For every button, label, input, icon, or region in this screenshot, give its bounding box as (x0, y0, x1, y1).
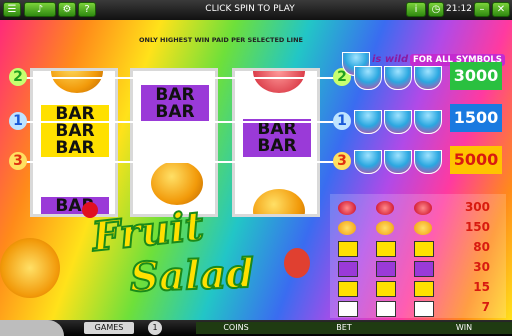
reel-1: BAR BAR BAR BAR (30, 68, 118, 217)
wild-text: is wild (372, 54, 409, 65)
game-logo: Fruit Salad (0, 201, 312, 308)
payline-1 (20, 121, 340, 123)
minimize-button[interactable]: – (474, 2, 490, 17)
paytable-value: 7 (481, 300, 490, 314)
top-bar: ☰ ♪ ⚙ ? CLICK SPIN TO PLAY i ◷ 21:12 – ✕ (0, 0, 512, 21)
games-button[interactable]: GAMES (84, 322, 134, 334)
cherry-icon (338, 201, 356, 215)
cherry-symbol (253, 71, 305, 93)
paytable-row: 15 (330, 278, 506, 298)
triple-bar-icon (338, 241, 358, 257)
single-bar-icon (338, 281, 358, 297)
any-bar-icon (338, 301, 358, 317)
double-bar-symbol: BAR BAR (141, 85, 209, 123)
payline-2 (20, 77, 340, 79)
double-bar-symbol: BAR BAR (243, 119, 311, 157)
double-bar-icon (414, 261, 434, 277)
win-value-line-1: 1500 (450, 104, 502, 132)
line-number-right-3[interactable]: 3 (333, 152, 351, 170)
fruit-bowl-icon (414, 110, 442, 134)
paytable: 300 150 80 30 15 7 (330, 194, 506, 318)
rules-icon[interactable]: i (406, 2, 426, 17)
triple-bar-icon (414, 241, 434, 257)
coin-selector-icon[interactable]: 1 (148, 321, 162, 335)
fruit-bowl-icon (384, 110, 412, 134)
paytable-row: 80 (330, 238, 506, 258)
orange-icon (414, 221, 432, 235)
fruit-bowl-icon (384, 66, 412, 90)
fruit-bowl-icon (384, 150, 412, 174)
reel-3: BAR BAR (232, 68, 320, 217)
clock-time: 21:12 (446, 4, 472, 14)
play-area: ONLY HIGHEST WIN PAID PER SELECTED LINE … (0, 20, 512, 320)
line-number-left-1[interactable]: 1 (9, 112, 27, 130)
fruit-bowl-icon (414, 150, 442, 174)
help-icon[interactable]: ? (78, 2, 96, 17)
double-bar-icon (376, 261, 396, 277)
cherry-icon (376, 201, 394, 215)
triple-bar-symbol: BAR BAR BAR (41, 105, 109, 157)
any-bar-icon (376, 301, 396, 317)
fruit-bowl-icon (354, 110, 382, 134)
paytable-row: 150 (330, 218, 506, 238)
line-number-right-1[interactable]: 1 (333, 112, 351, 130)
logo-word-salad: Salad (128, 249, 255, 302)
payout-note: ONLY HIGHEST WIN PAID PER SELECTED LINE (138, 36, 303, 44)
close-button[interactable]: ✕ (492, 2, 510, 17)
line-number-left-2[interactable]: 2 (9, 68, 27, 86)
triple-bar-icon (376, 241, 396, 257)
status-message: CLICK SPIN TO PLAY (205, 4, 295, 14)
reel-2: BAR BAR (130, 68, 218, 217)
strawberry-icon (284, 248, 310, 278)
bottom-bar: GAMES 1 COINS BET WIN (0, 320, 512, 336)
paytable-value: 30 (473, 260, 490, 274)
settings-icon[interactable]: ⚙ (58, 2, 76, 17)
clock-icon: ◷ (428, 2, 444, 17)
win-label: WIN (455, 323, 473, 332)
coins-label: COINS (223, 323, 249, 332)
orange-slice-icon (0, 238, 60, 298)
paytable-value: 300 (464, 200, 490, 214)
paytable-row: 300 (330, 198, 506, 218)
win-value-line-3: 5000 (450, 146, 502, 174)
fruit-bowl-icon (414, 66, 442, 90)
fruit-bowl-icon (354, 150, 382, 174)
paytable-row: 7 (330, 298, 506, 318)
orange-icon (376, 221, 394, 235)
paytable-value: 15 (473, 280, 490, 294)
any-bar-icon (414, 301, 434, 317)
single-bar-icon (414, 281, 434, 297)
spin-button[interactable] (0, 320, 64, 336)
bet-label: BET (336, 323, 352, 332)
fruit-bowl-icon (354, 66, 382, 90)
payline-3 (20, 161, 340, 163)
orange-symbol (151, 161, 203, 205)
paytable-value: 80 (473, 240, 490, 254)
paytable-value: 150 (464, 220, 490, 234)
sound-toggle-button[interactable]: ♪ (24, 2, 56, 17)
orange-symbol (51, 71, 103, 93)
menu-icon[interactable]: ☰ (3, 2, 21, 17)
paytable-row: 30 (330, 258, 506, 278)
orange-icon (338, 221, 356, 235)
win-value-line-2: 3000 (450, 62, 502, 90)
line-number-left-3[interactable]: 3 (9, 152, 27, 170)
double-bar-icon (338, 261, 358, 277)
cherry-icon (414, 201, 432, 215)
single-bar-icon (376, 281, 396, 297)
